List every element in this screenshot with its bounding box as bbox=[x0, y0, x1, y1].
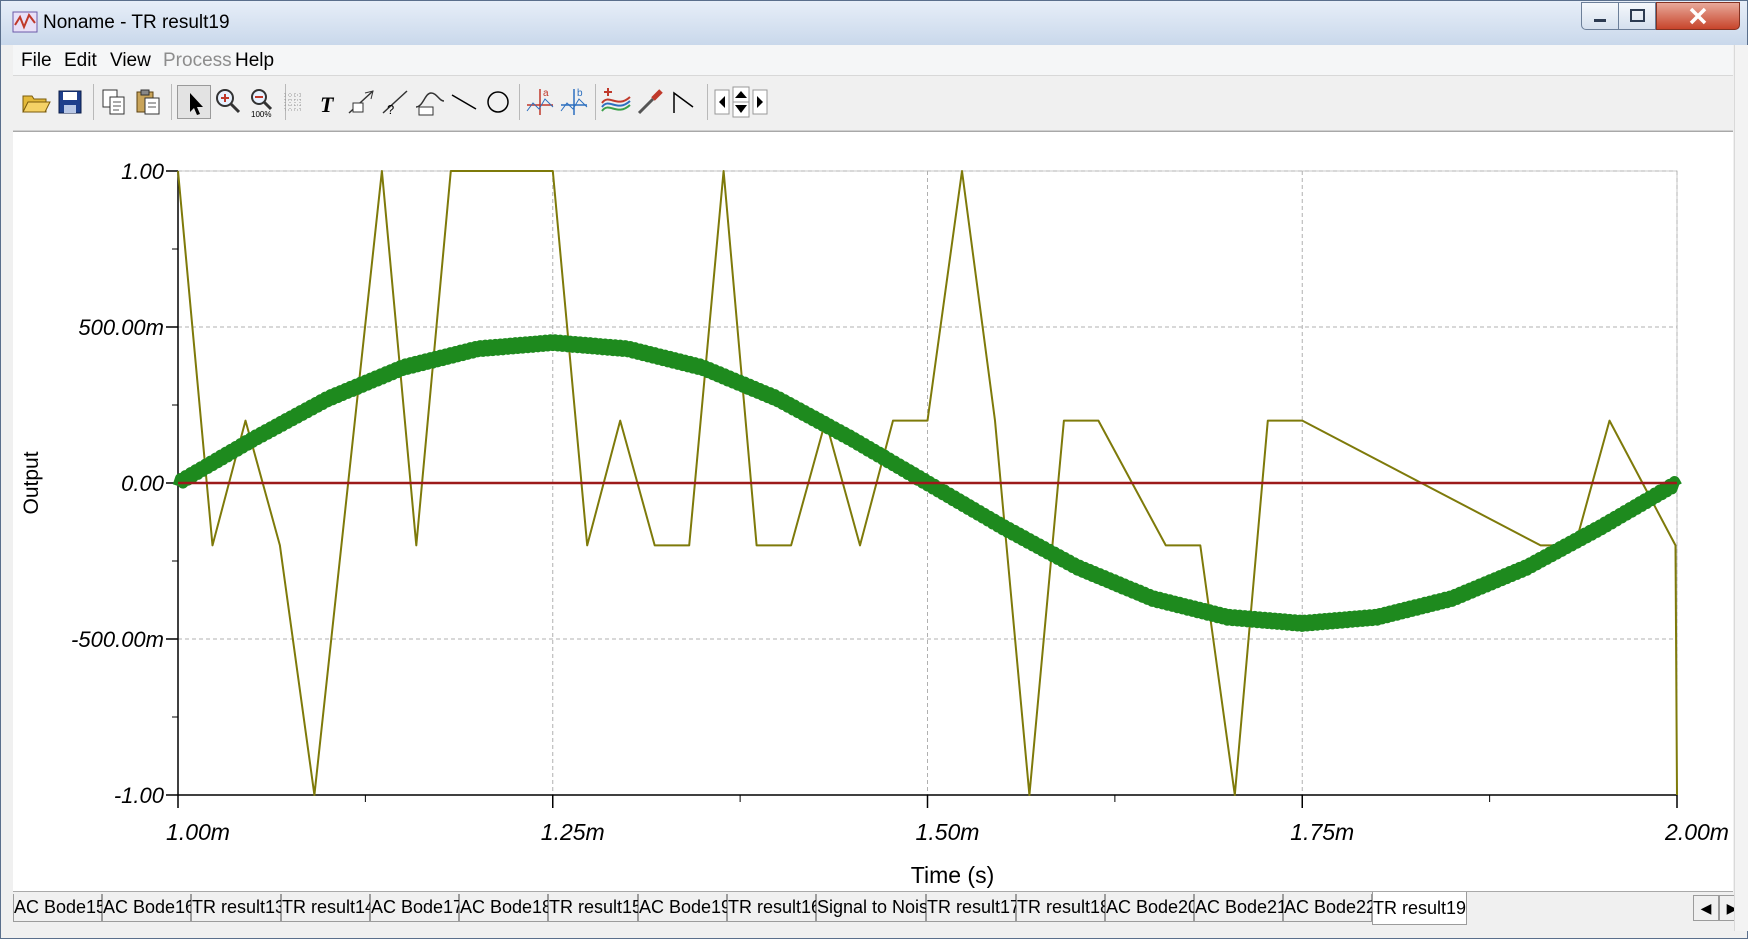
copy-icon bbox=[102, 89, 125, 115]
copy-button[interactable] bbox=[97, 85, 131, 119]
y-axis-label: Output bbox=[20, 451, 43, 514]
tab-ac-bode20[interactable]: AC Bode20 bbox=[1105, 894, 1198, 922]
zoom-in-button[interactable] bbox=[211, 85, 245, 119]
minimize-icon bbox=[1594, 19, 1606, 22]
step-icon bbox=[673, 91, 694, 113]
open-folder-icon bbox=[22, 95, 51, 113]
zoom-100-button[interactable]: 100% bbox=[245, 85, 279, 119]
tab-signal-to-noise5[interactable]: Signal to Noise5 bbox=[816, 894, 948, 922]
cursor-a-button[interactable]: a bbox=[523, 85, 557, 119]
annotate-arrow-button[interactable] bbox=[345, 85, 379, 119]
x-tick-label: 1.50m bbox=[916, 819, 980, 845]
annotate-question-icon: ? bbox=[382, 90, 408, 117]
paste-button[interactable] bbox=[131, 85, 165, 119]
vertical-scrollbar[interactable] bbox=[1734, 45, 1748, 931]
menu-bar: File Edit View Process Help bbox=[13, 45, 1733, 76]
circle-tool-button[interactable] bbox=[481, 85, 515, 119]
tab-tr-result16[interactable]: TR result16 bbox=[727, 894, 821, 922]
text-tool-button[interactable]: T bbox=[311, 85, 345, 119]
probe-button[interactable] bbox=[633, 85, 667, 119]
text-tool-icon: T bbox=[320, 92, 335, 117]
tab-scroll-left-button[interactable]: ◀ bbox=[1693, 895, 1719, 921]
transient-chart[interactable]: 1.00 500.00m 0.00 -500.00m -1.001.00m 1.25m 1.… bbox=[13, 132, 1733, 892]
tab-tr-result15[interactable]: TR result15 bbox=[548, 894, 642, 922]
menu-process[interactable]: Process bbox=[163, 50, 232, 72]
menu-file[interactable]: File bbox=[21, 50, 52, 72]
minimize-button[interactable] bbox=[1581, 2, 1619, 30]
open-button[interactable] bbox=[19, 85, 53, 119]
zoom-100-icon: 100% bbox=[251, 89, 273, 119]
paste-icon bbox=[136, 89, 160, 115]
close-button[interactable] bbox=[1656, 2, 1740, 30]
save-button[interactable] bbox=[53, 85, 87, 119]
tab-ac-bode19[interactable]: AC Bode19 bbox=[638, 894, 731, 922]
tab-tr-result19[interactable]: TR result19 bbox=[1372, 892, 1467, 925]
tab-bar: AC Bode15 AC Bode16 TR result13 TR result14… bbox=[13, 891, 1745, 928]
tab-tr-result14[interactable]: TR result14 bbox=[281, 894, 375, 922]
add-curves-button[interactable] bbox=[599, 85, 633, 119]
select-tool-button[interactable] bbox=[177, 85, 211, 119]
cursor-a-icon: a bbox=[526, 88, 554, 115]
application-window: Noname - TR result19 File Edit View Proc… bbox=[0, 0, 1748, 939]
svg-text:100%: 100% bbox=[251, 110, 271, 119]
grid-button[interactable] bbox=[277, 85, 311, 119]
maximize-button[interactable] bbox=[1618, 2, 1656, 30]
y-tick-label: 0.00 bbox=[121, 471, 165, 496]
x-tick-label: 1.25m bbox=[541, 819, 605, 845]
svg-text:?: ? bbox=[387, 102, 394, 117]
y-tick-label: -500.00m bbox=[71, 627, 164, 652]
nav-arrows-button[interactable] bbox=[713, 85, 769, 119]
annotate-arrow-icon bbox=[348, 90, 374, 114]
line-tool-icon bbox=[451, 94, 477, 110]
line-tool-button[interactable] bbox=[447, 85, 481, 119]
menu-help[interactable]: Help bbox=[235, 50, 274, 72]
tab-ac-bode22[interactable]: AC Bode22 bbox=[1283, 894, 1376, 922]
tab-ac-bode18[interactable]: AC Bode18 bbox=[459, 894, 552, 922]
y-tick-label: 1.00 bbox=[121, 159, 165, 184]
window-title: Noname - TR result19 bbox=[43, 12, 230, 33]
tab-ac-bode17[interactable]: AC Bode17 bbox=[370, 894, 463, 922]
svg-text:a: a bbox=[543, 88, 549, 99]
curve-label-button[interactable] bbox=[413, 85, 447, 119]
plot-area: 1.00 500.00m 0.00 -500.00m -1.00 1.00m 1.25m 1.… bbox=[13, 131, 1733, 892]
tab-tr-result13[interactable]: TR result13 bbox=[191, 894, 285, 922]
tab-ac-bode15[interactable]: AC Bode15 bbox=[13, 894, 106, 922]
svg-text:b: b bbox=[577, 88, 583, 99]
menu-edit[interactable]: Edit bbox=[64, 50, 97, 72]
x-tick-label: 1.00m bbox=[166, 819, 230, 845]
step-button[interactable] bbox=[667, 85, 701, 119]
cursor-b-icon: b bbox=[560, 88, 588, 115]
close-icon bbox=[1689, 7, 1707, 25]
menu-view[interactable]: View bbox=[110, 50, 151, 72]
title-bar[interactable]: Noname - TR result19 bbox=[1, 1, 1747, 45]
select-arrow-icon bbox=[190, 93, 203, 115]
toolbar: 100% T ? a b bbox=[13, 76, 1733, 131]
zoom-in-icon bbox=[216, 89, 241, 114]
tab-tr-result18[interactable]: TR result18 bbox=[1016, 894, 1110, 922]
save-disk-icon bbox=[58, 90, 82, 114]
cursor-b-button[interactable]: b bbox=[557, 85, 591, 119]
grid-icon bbox=[284, 93, 303, 111]
app-icon bbox=[12, 11, 38, 33]
tab-ac-bode21[interactable]: AC Bode21 bbox=[1194, 894, 1287, 922]
tab-ac-bode16[interactable]: AC Bode16 bbox=[102, 894, 195, 922]
curve-label-icon bbox=[415, 92, 445, 116]
axes bbox=[166, 170, 1678, 808]
svg-text:T: T bbox=[320, 92, 335, 117]
x-tick-label: 2.00m bbox=[1664, 819, 1729, 845]
restore-icon bbox=[1630, 9, 1645, 22]
nav-arrows-icon bbox=[714, 86, 768, 118]
probe-icon bbox=[637, 89, 663, 115]
circle-tool-icon bbox=[487, 91, 509, 113]
annotate-question-button[interactable]: ? bbox=[379, 85, 413, 119]
tab-tr-result17[interactable]: TR result17 bbox=[926, 894, 1020, 922]
x-tick-label: 1.75m bbox=[1290, 819, 1354, 845]
x-axis-label: Time (s) bbox=[911, 862, 994, 888]
y-tick-label: -1.00 bbox=[114, 783, 165, 808]
add-curves-icon bbox=[601, 88, 631, 112]
y-tick-label: 500.00m bbox=[78, 315, 164, 340]
